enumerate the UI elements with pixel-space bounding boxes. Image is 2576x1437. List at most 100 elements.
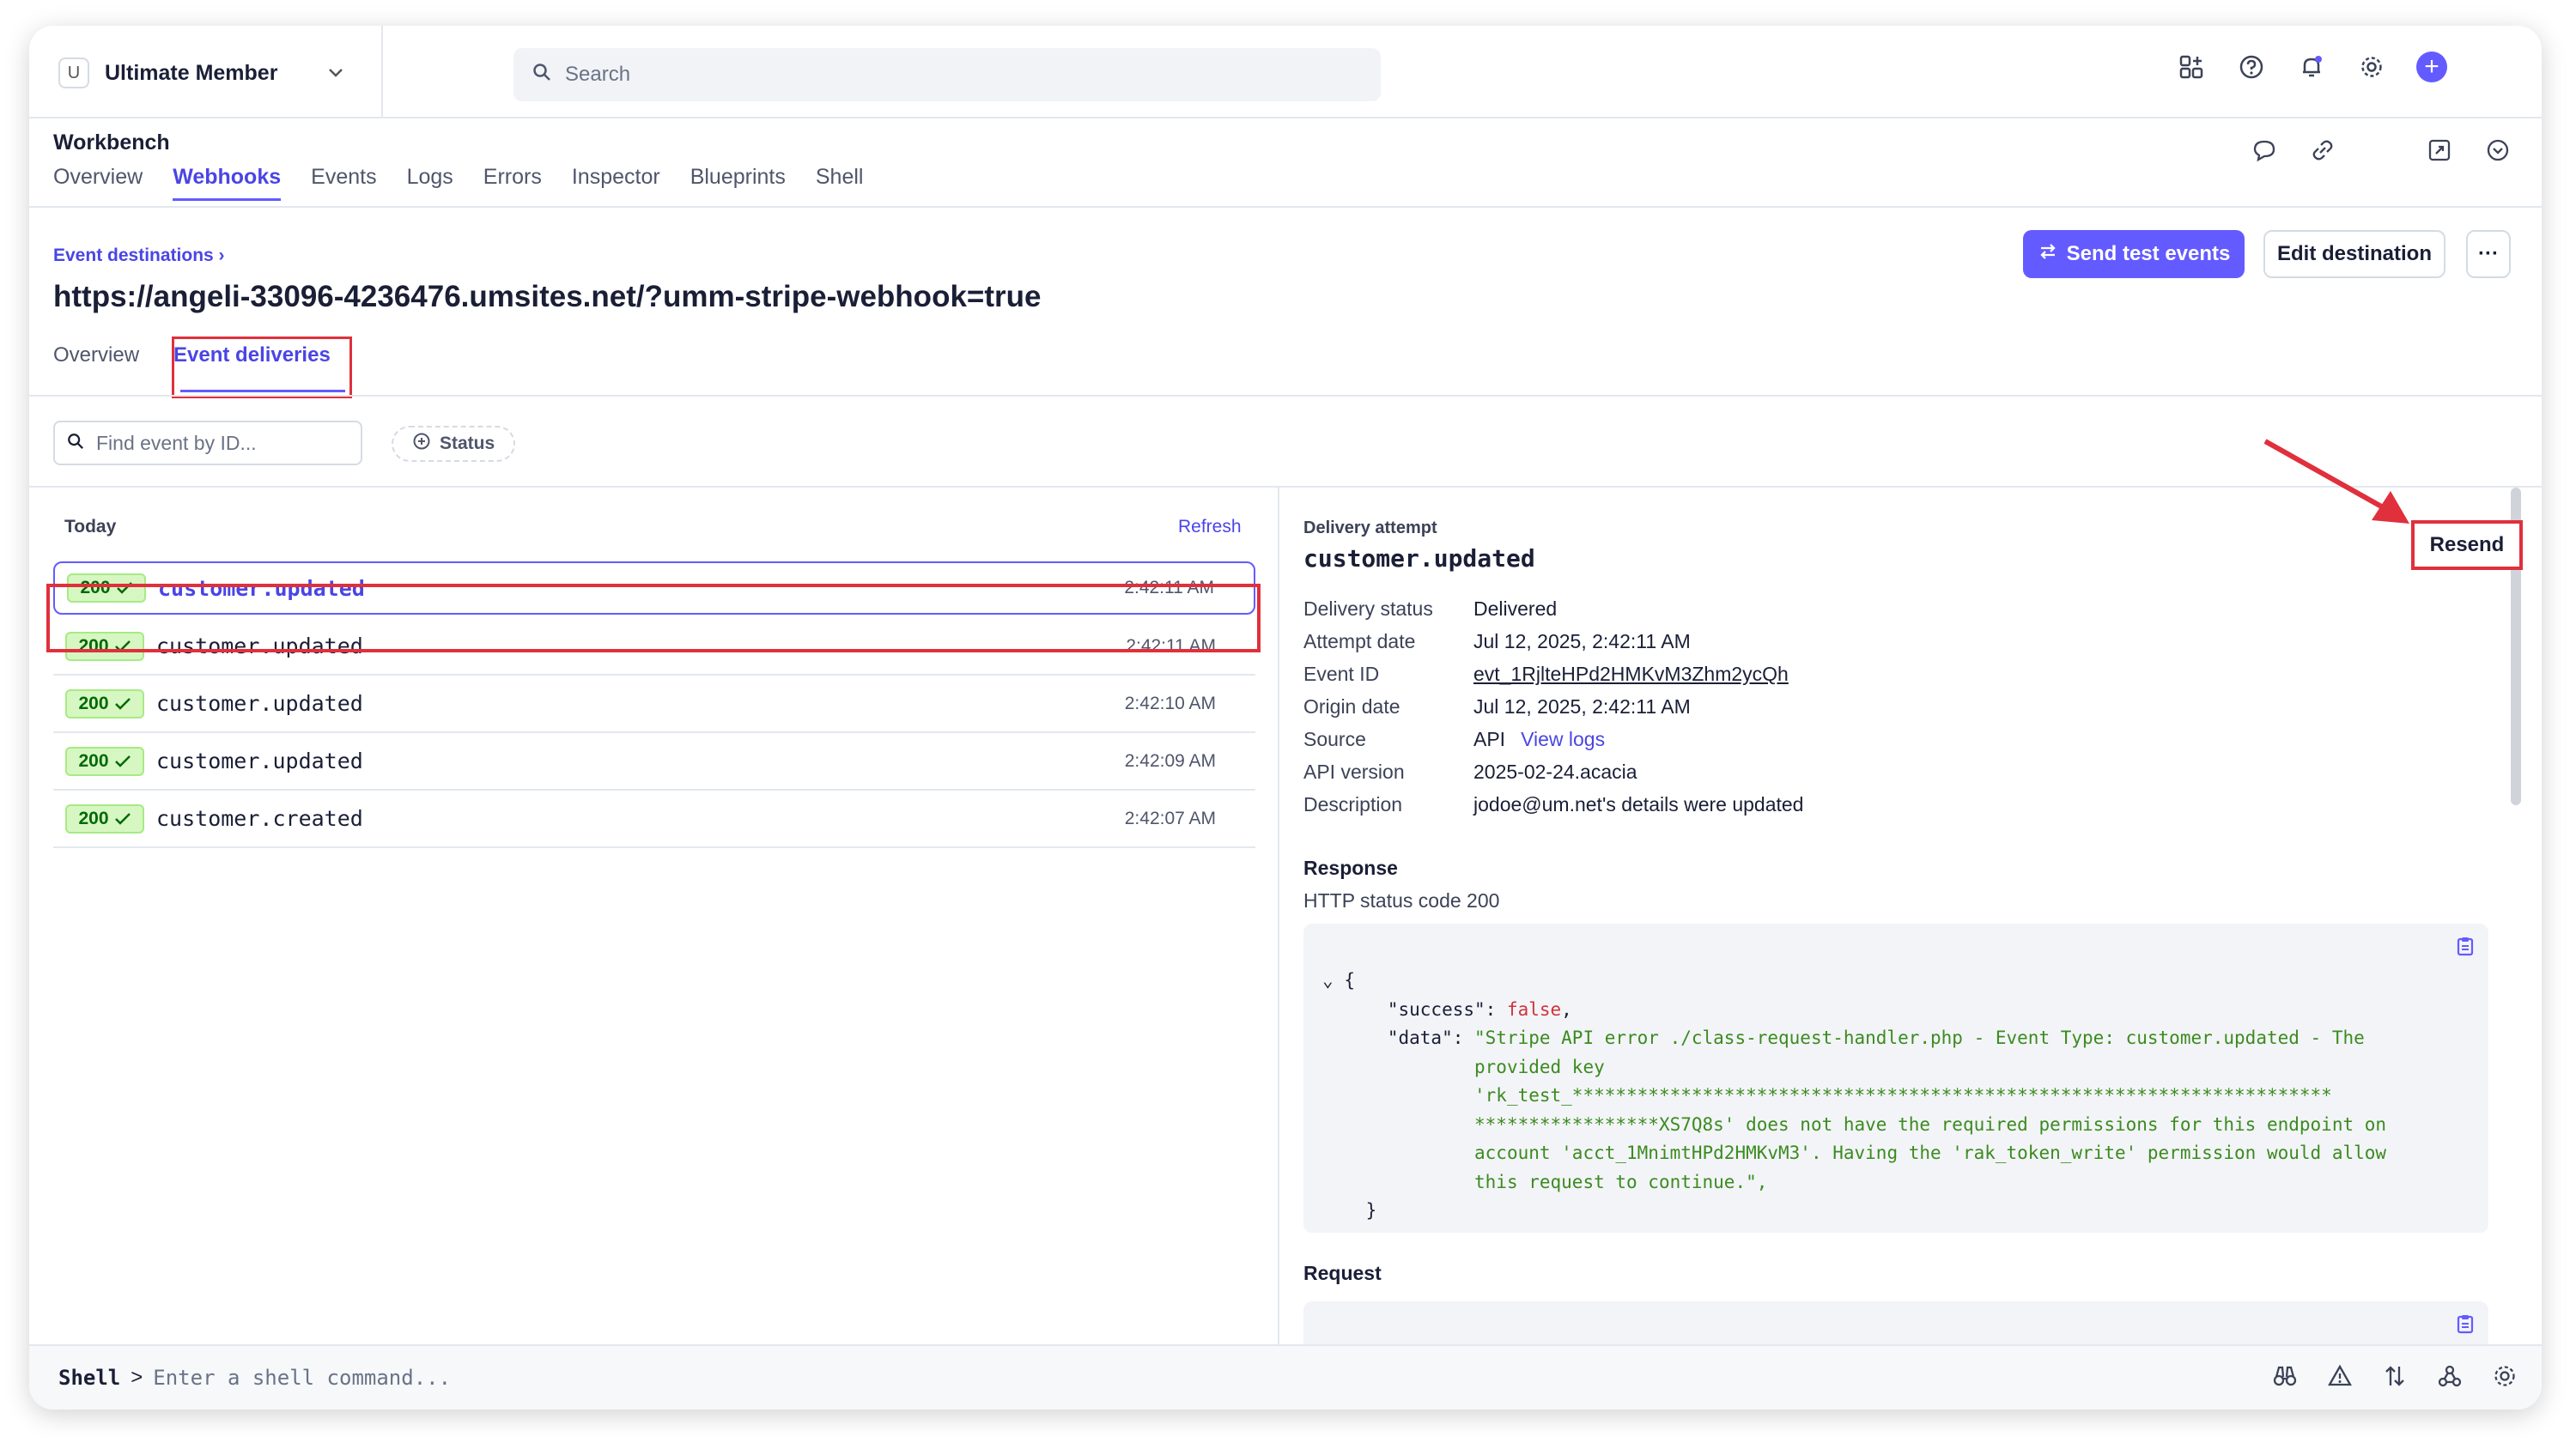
collapse-toggle-icon[interactable]: ⌄ <box>1322 970 1334 991</box>
search-icon <box>67 432 84 455</box>
divider <box>381 26 383 118</box>
webhook-icon[interactable] <box>2437 1363 2463 1393</box>
breadcrumb-event-destinations[interactable]: Event destinations <box>53 246 214 265</box>
binoculars-icon[interactable] <box>2272 1363 2298 1393</box>
top-bar: U Ultimate Member Search + <box>29 26 2542 118</box>
response-status: HTTP status code 200 <box>1303 889 1500 912</box>
list-item[interactable]: 200 customer.created 2:42:07 AM <box>53 791 1255 848</box>
gear-icon[interactable] <box>2492 1363 2518 1393</box>
tab-events[interactable]: Events <box>311 165 376 201</box>
create-plus-icon[interactable]: + <box>2416 52 2447 82</box>
add-circle-icon <box>412 432 431 456</box>
clipboard-icon[interactable] <box>2456 1313 2475 1334</box>
tab-logs[interactable]: Logs <box>407 165 453 201</box>
page-title: https://angeli-33096-4236476.umsites.net… <box>53 280 1042 313</box>
shell-tools <box>2272 1363 2518 1393</box>
check-icon <box>114 812 131 825</box>
annotation-arrow-icon <box>2263 439 2409 524</box>
event-time: 2:42:10 AM <box>1124 693 1216 713</box>
clipboard-icon[interactable] <box>2456 936 2475 956</box>
event-name: customer.updated <box>156 749 363 773</box>
detail-row: Event ID evt_1RjlteHPd2HMKvM3Zhm2ycQh <box>1303 658 1803 690</box>
breadcrumb[interactable]: Event destinations › <box>53 246 225 266</box>
account-switcher[interactable]: U Ultimate Member <box>58 50 344 96</box>
status-badge: 200 <box>65 746 144 776</box>
detail-key: Delivery status <box>1303 597 1433 620</box>
json-string-line: provided key <box>1474 1056 1605 1077</box>
tab-shell[interactable]: Shell <box>816 165 864 201</box>
find-event-input[interactable]: Find event by ID... <box>53 421 362 465</box>
sort-arrows-icon[interactable] <box>2382 1363 2408 1393</box>
help-icon[interactable] <box>2236 52 2267 82</box>
detail-value: jodoe@um.net's details were updated <box>1473 792 1804 816</box>
json-value: false <box>1506 998 1562 1020</box>
comment-icon[interactable] <box>2251 137 2277 167</box>
detail-row: Origin date Jul 12, 2025, 2:42:11 AM <box>1303 690 1803 723</box>
tab-inspector[interactable]: Inspector <box>572 165 660 201</box>
annotation-highlight-box <box>46 584 1261 652</box>
tab-overview[interactable]: Overview <box>53 165 143 201</box>
status-filter-button[interactable]: Status <box>392 426 516 462</box>
workbench-tabs: Overview Webhooks Events Logs Errors Ins… <box>53 165 863 201</box>
divider <box>29 395 2542 397</box>
detail-key: Description <box>1303 792 1403 816</box>
tab-webhooks[interactable]: Webhooks <box>173 165 282 201</box>
json-key: "data" <box>1387 1028 1453 1048</box>
status-code: 200 <box>78 750 109 771</box>
resend-button[interactable]: Resend <box>2411 520 2523 570</box>
json-string-line: 'rk_test_*******************************… <box>1474 1085 2332 1106</box>
delivery-attempt-label: Delivery attempt <box>1303 518 1437 537</box>
detail-value: Jul 12, 2025, 2:42:11 AM <box>1473 629 1691 652</box>
tab-blueprints[interactable]: Blueprints <box>690 165 786 201</box>
refresh-link[interactable]: Refresh <box>1178 517 1242 537</box>
list-item[interactable]: 200 customer.updated 2:42:10 AM <box>53 676 1255 733</box>
status-code: 200 <box>78 693 109 713</box>
detail-key: Origin date <box>1303 694 1400 718</box>
apps-icon[interactable] <box>2176 52 2207 82</box>
collapse-chevron-icon[interactable] <box>2485 137 2511 167</box>
view-logs-link[interactable]: View logs <box>1521 728 1605 750</box>
gear-icon[interactable] <box>2356 52 2387 82</box>
detail-value: Delivered <box>1473 597 1558 620</box>
subtab-overview[interactable]: Overview <box>53 343 139 367</box>
warning-icon[interactable] <box>2327 1363 2353 1393</box>
app-window: U Ultimate Member Search + Workbench Ove… <box>29 26 2542 1410</box>
check-icon <box>114 697 131 710</box>
more-options-button[interactable]: ··· <box>2466 230 2511 278</box>
event-name: customer.created <box>156 806 363 831</box>
search-bar[interactable]: Search <box>513 48 1381 101</box>
status-badge: 200 <box>65 688 144 718</box>
source-value: API <box>1473 727 1506 750</box>
detail-key: Attempt date <box>1303 629 1416 652</box>
link-icon[interactable] <box>2310 137 2336 167</box>
deliveries-list-panel: Today Refresh 200 customer.updated 2:42:… <box>29 488 1278 1346</box>
chevron-down-icon <box>327 62 344 84</box>
request-heading: Request <box>1303 1262 1382 1284</box>
json-string-line: "Stripe API error ./class-request-handle… <box>1474 1028 2365 1048</box>
annotation-highlight-box <box>172 337 352 398</box>
delivery-details: Delivery status Delivered Attempt date J… <box>1303 592 1803 821</box>
bell-icon[interactable] <box>2296 52 2327 82</box>
shell-input[interactable]: Enter a shell command... <box>153 1366 451 1390</box>
json-viewer: ⌄ { "success": false, "data": "Stripe AP… <box>1322 970 2387 1221</box>
status-code: 200 <box>78 808 109 828</box>
detail-row: Source API View logs <box>1303 723 1803 755</box>
detail-key: Event ID <box>1303 662 1380 685</box>
divider <box>29 206 2542 208</box>
send-test-events-button[interactable]: Send test events <box>2023 230 2245 278</box>
shell-label: Shell <box>58 1366 121 1390</box>
top-icons: + <box>2176 52 2447 82</box>
account-name: Ultimate Member <box>105 60 278 85</box>
list-item[interactable]: 200 customer.updated 2:42:09 AM <box>53 733 1255 791</box>
expand-icon[interactable] <box>2427 137 2452 167</box>
detail-key: Source <box>1303 727 1366 750</box>
response-heading: Response <box>1303 857 1398 879</box>
edit-destination-button[interactable]: Edit destination <box>2263 230 2445 278</box>
json-string-line: account 'acct_1MnimtHPd2HMKvM3'. Having … <box>1474 1143 2387 1163</box>
search-icon <box>532 63 551 88</box>
event-id-link[interactable]: evt_1RjlteHPd2HMKvM3Zhm2ycQh <box>1473 663 1789 686</box>
tab-errors[interactable]: Errors <box>483 165 542 201</box>
status-badge: 200 <box>65 803 144 834</box>
account-badge: U <box>58 58 89 88</box>
